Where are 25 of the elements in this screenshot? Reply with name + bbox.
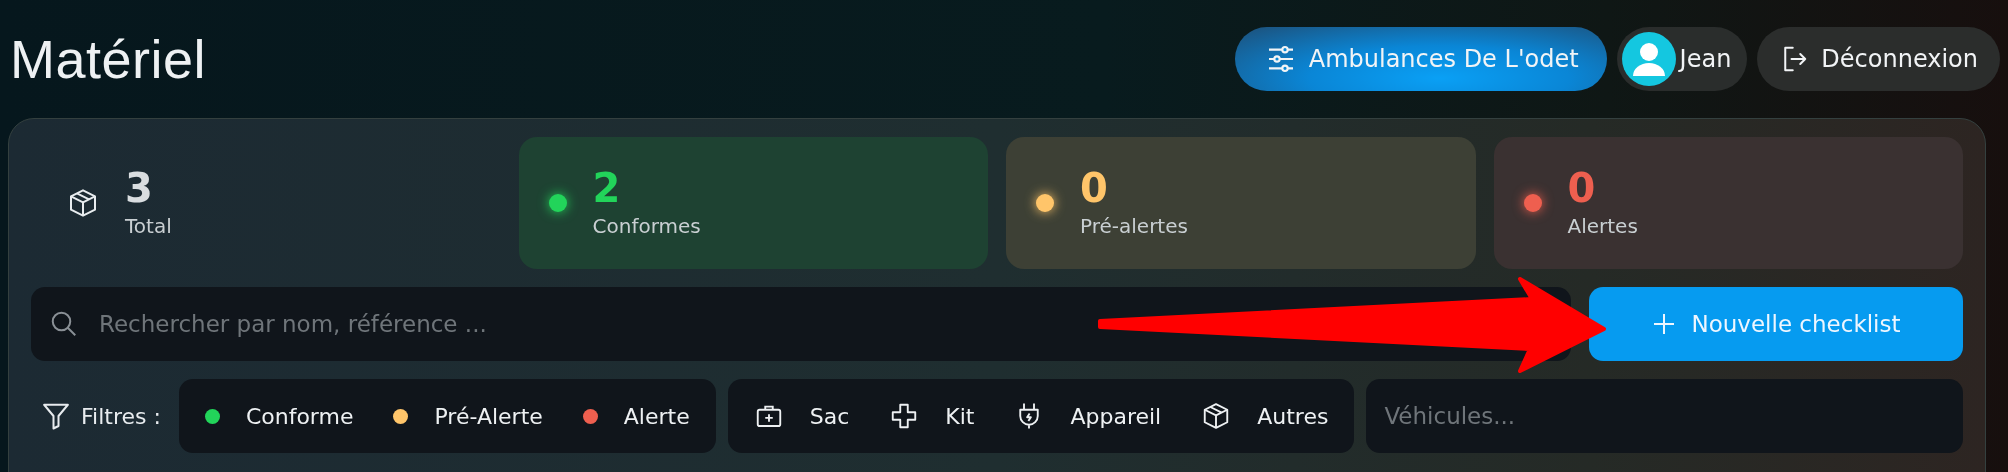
- status-filter[interactable]: Alerte: [582, 403, 690, 429]
- user-button[interactable]: Jean: [1616, 27, 1748, 91]
- stat-value: 2: [592, 168, 622, 208]
- vehicles-field[interactable]: Véhicules...: [1366, 379, 1963, 453]
- avatar-icon: [1621, 32, 1676, 86]
- stat-value: 3: [125, 168, 154, 208]
- filter-icon: [41, 401, 71, 431]
- box-icon: [67, 187, 99, 219]
- type-filter[interactable]: Autres: [1201, 401, 1329, 431]
- stat-value: 0: [1080, 168, 1109, 208]
- stat-label: Conformes: [592, 214, 701, 238]
- status-filter[interactable]: Conforme: [204, 403, 354, 429]
- stat-value: 0: [1567, 168, 1597, 208]
- type-filter[interactable]: Kit: [889, 401, 975, 431]
- plus-icon: [1651, 312, 1676, 336]
- search-icon: [49, 309, 79, 339]
- status-filter[interactable]: Pré-Alerte: [393, 403, 543, 429]
- type-filter[interactable]: Sac: [753, 401, 850, 431]
- logout-button[interactable]: Déconnexion: [1757, 27, 2000, 91]
- stat-label: Alertes: [1567, 214, 1638, 238]
- stat-label: Pré-alertes: [1080, 214, 1188, 238]
- page-title: Matériel: [10, 28, 207, 90]
- stat-label: Total: [125, 214, 172, 238]
- filters-label: Filtres :: [81, 403, 161, 429]
- type-filter[interactable]: Appareil: [1014, 401, 1162, 431]
